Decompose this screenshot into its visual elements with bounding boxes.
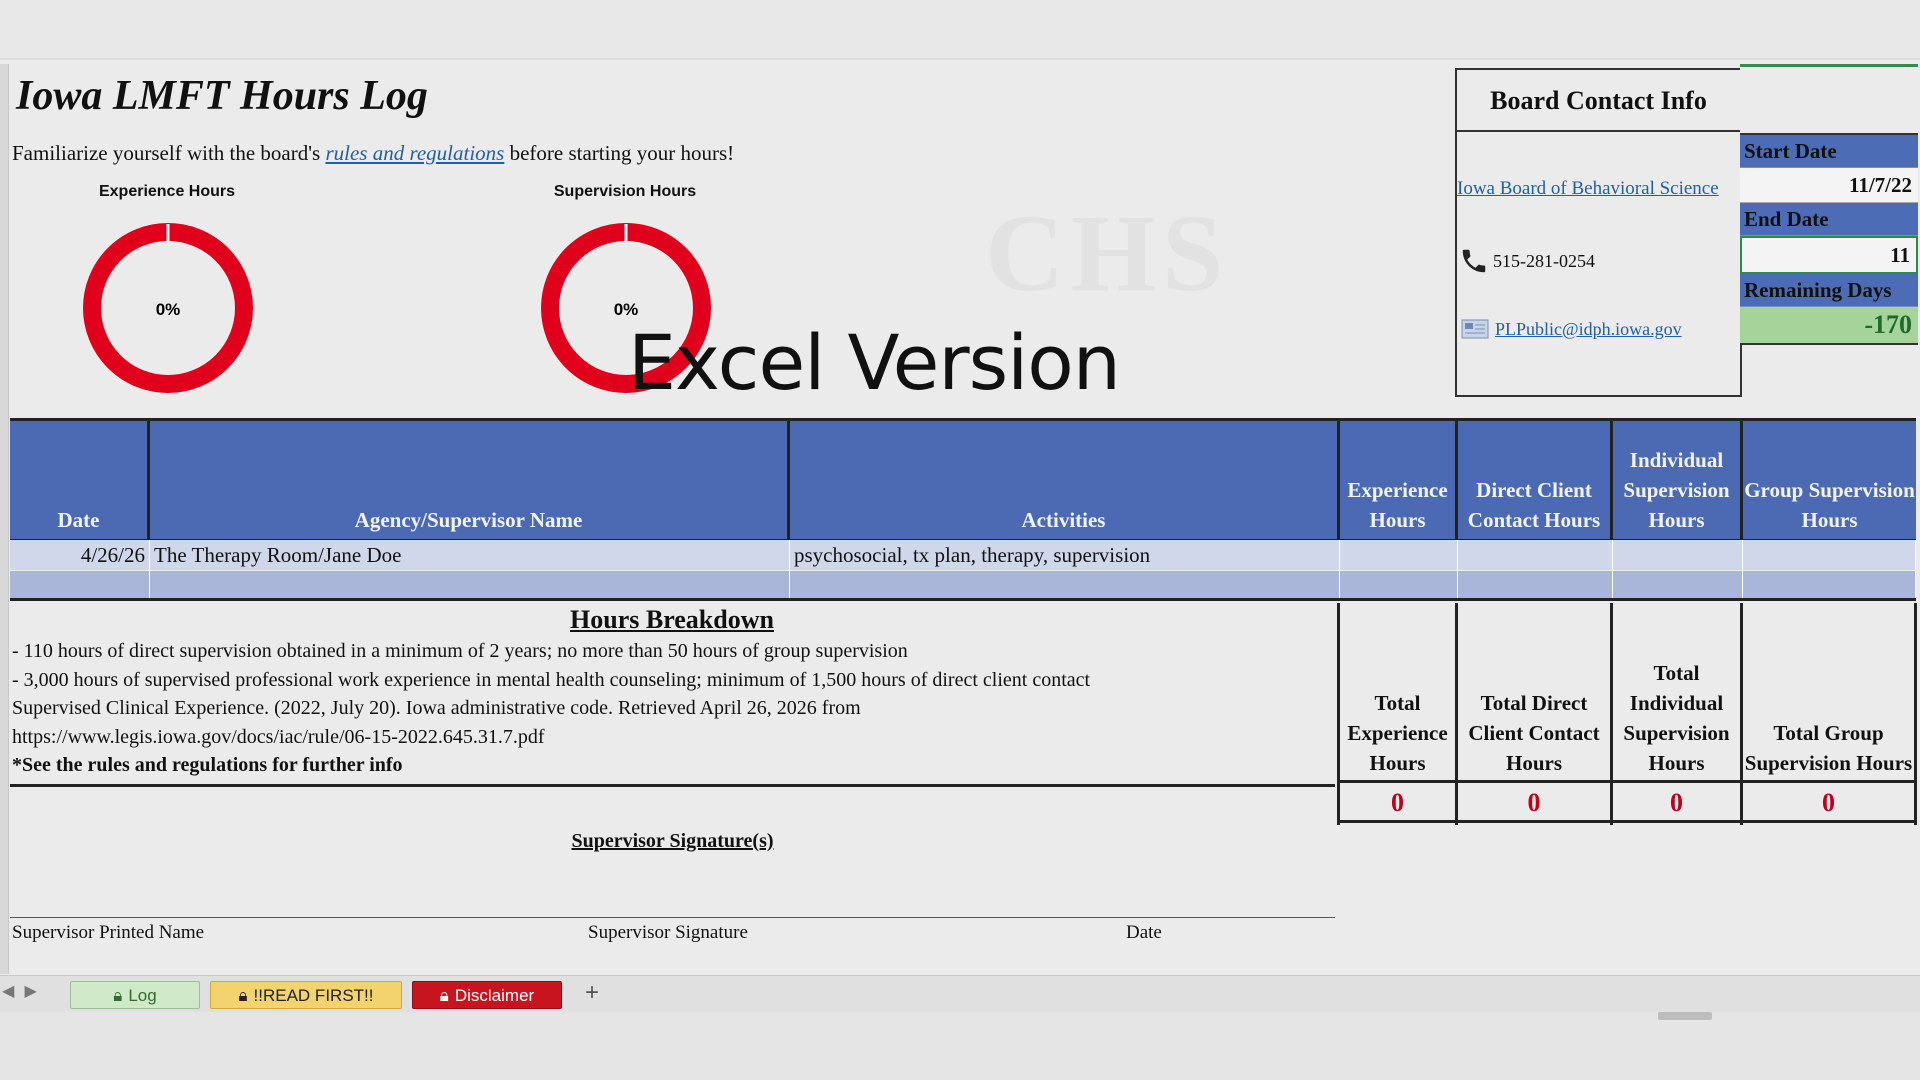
- tab-log-label: Log: [128, 986, 157, 1005]
- header-individual-supervision[interactable]: Individual Supervision Hours: [1613, 421, 1743, 539]
- hours-breakdown-title: Hours Breakdown: [570, 605, 774, 634]
- lock-icon: 🔒︎: [113, 986, 123, 1005]
- total-experience-column: Total Experience Hours 0: [1340, 603, 1458, 825]
- remaining-days-label: Remaining Days: [1740, 274, 1918, 307]
- header-group-supervision[interactable]: Group Supervision Hours: [1743, 421, 1916, 539]
- dates-blank-cell[interactable]: [1740, 64, 1918, 135]
- board-link-row: Iowa Board of Behavioral Science: [1457, 178, 1740, 200]
- tab-log[interactable]: 🔒︎ Log: [70, 981, 200, 1009]
- cell-date[interactable]: [10, 571, 150, 598]
- cell-group-supervision[interactable]: [1743, 571, 1916, 598]
- email-link[interactable]: PLPublic@idph.iowa.gov: [1495, 319, 1682, 340]
- cell-individual-supervision[interactable]: [1613, 571, 1743, 598]
- add-sheet-button[interactable]: +: [585, 979, 599, 1007]
- sheet-tab-bar: ◀ ▶ 🔒︎ Log 🔒︎ !!READ FIRST!! 🔒︎ Disclaimer …: [0, 975, 1920, 1012]
- breakdown-line: https://www.legis.iowa.gov/docs/iac/rule…: [12, 725, 545, 748]
- bottom-area: [0, 1012, 1920, 1080]
- signature-line: [10, 917, 1335, 918]
- row-number-column[interactable]: [0, 64, 9, 974]
- intro-after: before starting your hours!: [504, 141, 735, 165]
- signature-date-label: Date: [1126, 922, 1162, 943]
- total-individual-supervision-label: Total Individual Supervision Hours: [1613, 603, 1740, 783]
- end-date-label: End Date: [1740, 203, 1918, 236]
- supervisor-printed-name-label: Supervisor Printed Name: [12, 922, 205, 943]
- tab-disclaimer-label: Disclaimer: [454, 986, 535, 1005]
- header-agency[interactable]: Agency/Supervisor Name: [150, 421, 790, 539]
- excel-version-watermark: Excel Version: [628, 318, 1121, 407]
- total-experience-value[interactable]: 0: [1340, 783, 1455, 823]
- supervisor-signature-label: Supervisor Signature: [588, 922, 748, 943]
- intro-before: Familiarize yourself with the board's: [12, 141, 326, 165]
- lock-icon: 🔒︎: [238, 986, 248, 1005]
- board-contact-title: Board Contact Info: [1457, 70, 1740, 132]
- start-date-label: Start Date: [1740, 135, 1918, 168]
- supervision-gauge-value: 0%: [614, 300, 639, 319]
- start-date-value[interactable]: 11/7/22: [1740, 168, 1918, 203]
- totals-panel: Total Experience Hours 0 Total Direct Cl…: [1337, 603, 1920, 825]
- email-icon: [1461, 319, 1489, 339]
- board-contact-box: Board Contact Info Iowa Board of Behavio…: [1455, 68, 1742, 397]
- header-activities[interactable]: Activities: [790, 421, 1340, 539]
- header-experience-hours[interactable]: Experience Hours: [1340, 421, 1458, 539]
- cell-experience-hours[interactable]: [1340, 540, 1458, 570]
- total-group-supervision-column: Total Group Supervision Hours 0: [1743, 603, 1917, 825]
- cell-activities[interactable]: psychosocial, tx plan, therapy, supervis…: [790, 540, 1340, 570]
- logo-watermark: CHS: [985, 192, 1230, 314]
- breakdown-border: [10, 784, 1335, 787]
- intro-text: Familiarize yourself with the board's ru…: [12, 141, 734, 166]
- phone-icon: [1462, 249, 1486, 273]
- total-direct-client-label: Total Direct Client Contact Hours: [1458, 603, 1610, 783]
- cell-date[interactable]: 4/26/26: [10, 540, 150, 570]
- rules-regulations-link[interactable]: rules and regulations: [325, 141, 504, 165]
- supervisor-signature-title: Supervisor Signature(s): [571, 830, 774, 852]
- tab-read-first-label: !!READ FIRST!!: [253, 986, 374, 1005]
- cell-direct-client-hours[interactable]: [1458, 540, 1613, 570]
- end-date-input[interactable]: 11: [1740, 236, 1918, 274]
- tab-scroll-arrows-icon[interactable]: ◀ ▶: [2, 981, 37, 1000]
- log-table-header: Date Agency/Supervisor Name Activities E…: [10, 418, 1916, 541]
- table-row: 4/26/26 The Therapy Room/Jane Doe psycho…: [10, 540, 1916, 570]
- experience-gauge[interactable]: 0%: [80, 220, 256, 396]
- total-experience-label: Total Experience Hours: [1340, 603, 1455, 783]
- cell-group-supervision[interactable]: [1743, 540, 1916, 570]
- dates-panel: Start Date 11/7/22 End Date 11 Remaining…: [1740, 64, 1918, 345]
- tab-disclaimer[interactable]: 🔒︎ Disclaimer: [412, 981, 562, 1009]
- breakdown-line: Supervised Clinical Experience. (2022, J…: [12, 697, 861, 719]
- cell-direct-client-hours[interactable]: [1458, 571, 1613, 598]
- supervision-gauge-label: Supervision Hours: [553, 183, 697, 200]
- email-row: PLPublic@idph.iowa.gov: [1461, 318, 1682, 340]
- total-individual-supervision-column: Total Individual Supervision Hours 0: [1613, 603, 1743, 825]
- breakdown-line: - 3,000 hours of supervised professional…: [12, 668, 1091, 691]
- experience-gauge-value: 0%: [156, 300, 181, 319]
- tab-read-first[interactable]: 🔒︎ !!READ FIRST!!: [210, 981, 402, 1009]
- experience-gauge-label: Experience Hours: [98, 183, 236, 200]
- board-website-link[interactable]: Iowa Board of Behavioral Science: [1457, 178, 1719, 199]
- breakdown-note: *See the rules and regulations for furth…: [12, 754, 403, 776]
- cell-experience-hours[interactable]: [1340, 571, 1458, 598]
- phone-row: 515-281-0254: [1459, 246, 1595, 276]
- table-row: [10, 571, 1916, 601]
- lock-icon: 🔒︎: [439, 986, 449, 1005]
- cell-agency[interactable]: The Therapy Room/Jane Doe: [150, 540, 790, 570]
- total-direct-client-value[interactable]: 0: [1458, 783, 1610, 823]
- cell-individual-supervision[interactable]: [1613, 540, 1743, 570]
- total-group-supervision-value[interactable]: 0: [1743, 783, 1914, 823]
- remaining-days-value[interactable]: -170: [1740, 307, 1918, 345]
- horizontal-scrollbar[interactable]: [1658, 1012, 1712, 1020]
- total-group-supervision-label: Total Group Supervision Hours: [1743, 603, 1914, 783]
- breakdown-line: - 110 hours of direct supervision obtain…: [12, 640, 908, 662]
- cell-agency[interactable]: [150, 571, 790, 598]
- header-date[interactable]: Date: [10, 421, 150, 539]
- total-individual-supervision-value[interactable]: 0: [1613, 783, 1740, 823]
- header-direct-client-hours[interactable]: Direct Client Contact Hours: [1458, 421, 1613, 539]
- total-direct-client-column: Total Direct Client Contact Hours 0: [1458, 603, 1613, 825]
- page-title: Iowa LMFT Hours Log: [16, 73, 428, 119]
- hours-breakdown: Hours Breakdown - 110 hours of direct su…: [12, 603, 1332, 780]
- phone-number: 515-281-0254: [1493, 250, 1595, 271]
- cell-activities[interactable]: [790, 571, 1340, 598]
